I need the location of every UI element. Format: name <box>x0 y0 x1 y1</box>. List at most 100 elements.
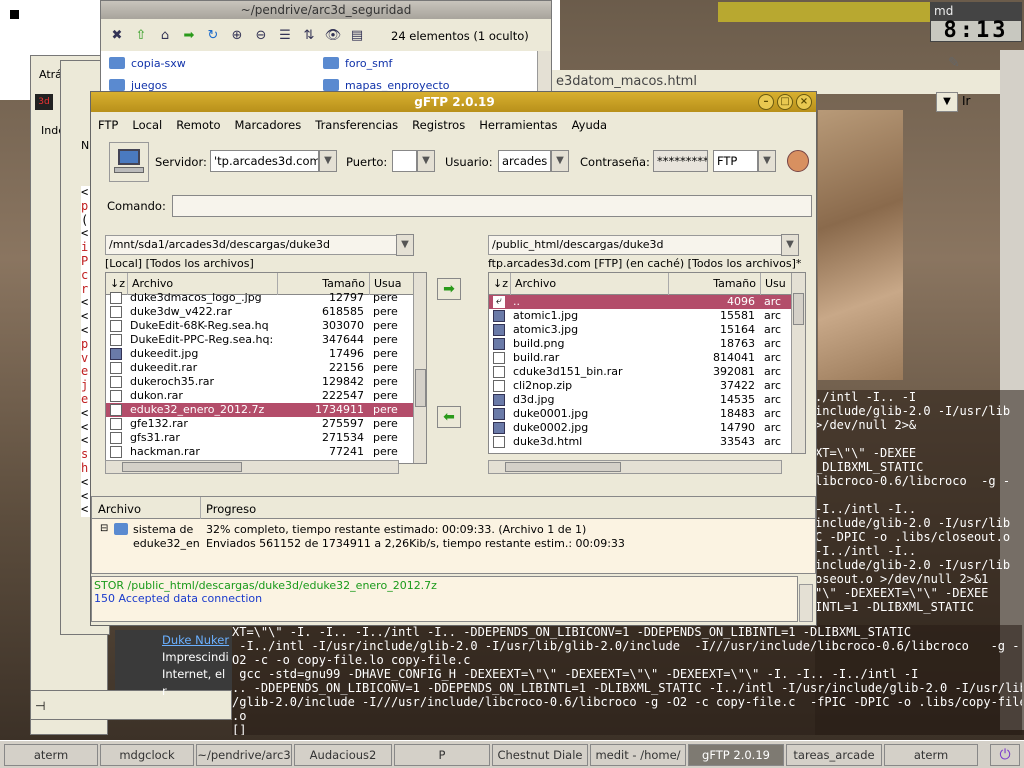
remote-vscroll-thumb[interactable] <box>793 293 804 325</box>
eye-icon[interactable]: 👁 <box>323 26 343 46</box>
taskbar-item[interactable]: medit - /home/ <box>590 744 686 766</box>
file-row[interactable]: DukeEdit-68K-Reg.sea.hq 303070 pere <box>106 319 413 333</box>
close-icon[interactable]: × <box>796 94 812 110</box>
remote-path-dropdown-icon[interactable]: ▼ <box>781 234 799 256</box>
menu-marcadores[interactable]: Marcadores <box>228 114 309 134</box>
up-icon[interactable]: ⇧ <box>131 26 151 46</box>
file-row[interactable]: atomic1.jpg 15581 arc <box>489 309 804 323</box>
tree-expander-icon[interactable]: ⊟ <box>100 524 108 534</box>
browser-tab-title[interactable]: e3datom_macos.html <box>556 74 697 89</box>
local-path[interactable]: /mnt/sda1/arcades3d/descargas/duke3d <box>105 235 406 255</box>
taskbar-item[interactable]: tareas_arcade <box>786 744 882 766</box>
remote-file-list[interactable]: ↓z Archivo Tamaño Usu ⤶.. 4096 arc atomic1.… <box>488 272 806 454</box>
password-input[interactable]: ********** <box>653 150 708 172</box>
taskbar-item[interactable]: P <box>394 744 490 766</box>
menu-ayuda[interactable]: Ayuda <box>565 114 615 134</box>
file-row[interactable]: dukon.rar 222547 pere <box>106 389 413 403</box>
local-vscroll[interactable] <box>413 273 426 463</box>
remote-vscroll[interactable] <box>791 273 805 453</box>
reload-icon[interactable]: ↻ <box>203 26 223 46</box>
file-row[interactable]: duke3dw_v422.rar 618585 pere <box>106 305 413 319</box>
taskbar-item[interactable]: gFTP 2.0.19 <box>688 744 784 766</box>
file-row[interactable]: dukeedit.rar 22156 pere <box>106 361 413 375</box>
zoom-in-icon[interactable]: ⊕ <box>227 26 247 46</box>
file-row[interactable]: gfe132.rar 275597 pere <box>106 417 413 431</box>
tool-icon[interactable]: ✎ <box>948 55 972 75</box>
folder-copia-sxw[interactable]: copia-sxw <box>109 57 186 70</box>
local-hscroll[interactable] <box>105 460 399 474</box>
file-row[interactable]: cli2nop.zip 37422 arc <box>489 379 804 393</box>
file-row[interactable]: ⤶.. 4096 arc <box>489 295 804 309</box>
upload-arrow-button[interactable]: ➡ <box>437 278 461 300</box>
menu-registros[interactable]: Registros <box>405 114 472 134</box>
user-dropdown-icon[interactable]: ▼ <box>551 150 569 172</box>
connect-button[interactable] <box>109 142 149 182</box>
home-icon[interactable]: ⌂ <box>155 26 175 46</box>
local-hscroll-thumb[interactable] <box>122 462 242 472</box>
zoom-out-icon[interactable]: ⊖ <box>251 26 271 46</box>
transfer-queue[interactable]: Archivo Progreso ⊟ sistema de 32% comple… <box>91 496 816 574</box>
terminal-bottom[interactable]: XT=\"\" -I. -I.. -I../intl -I.. -DDEPEND… <box>232 625 1022 735</box>
file-row[interactable]: cduke3d151_bin.rar 392081 arc <box>489 365 804 379</box>
protocol-select[interactable]: FTP <box>713 150 758 172</box>
transfer-col-archivo[interactable]: Archivo <box>98 502 141 516</box>
stop-connection-icon[interactable] <box>787 150 809 172</box>
file-row[interactable]: duke0002.jpg 14790 arc <box>489 421 804 435</box>
remote-col-usuario[interactable]: Usu <box>761 273 792 295</box>
menu-local[interactable]: Local <box>125 114 169 134</box>
file-row[interactable]: hackman.rar 77241 pere <box>106 445 413 459</box>
gftp-titlebar[interactable]: gFTP 2.0.19 <box>91 92 816 112</box>
sort-icon[interactable]: ⇅ <box>299 26 319 46</box>
file-row[interactable]: eduke32_enero_2012.7z 1734911 pere <box>106 403 413 417</box>
stop-icon[interactable]: ✖ <box>107 26 127 46</box>
menu-ftp[interactable]: FTP <box>91 114 125 134</box>
taskbar-item[interactable]: aterm <box>4 744 98 766</box>
server-dropdown-icon[interactable]: ▼ <box>319 150 337 172</box>
local-file-list[interactable]: ↓z Archivo Tamaño Usua duke3dmacos_logo_… <box>105 272 427 464</box>
remote-col-tamano[interactable]: Tamaño <box>669 273 761 295</box>
sort-az-icon[interactable]: ↓z <box>489 273 511 295</box>
file-row[interactable]: gfs31.rar 271534 pere <box>106 431 413 445</box>
file-row[interactable]: dukeedit.jpg 17496 pere <box>106 347 413 361</box>
remote-hscroll-thumb[interactable] <box>505 462 621 472</box>
transfer-file[interactable]: eduke32_en <box>133 537 200 550</box>
minimize-icon[interactable]: – <box>758 94 774 110</box>
url-dropdown-icon[interactable]: ▼ <box>936 92 958 112</box>
local-vscroll-thumb[interactable] <box>415 369 426 407</box>
menu-transferencias[interactable]: Transferencias <box>308 114 405 134</box>
duke-link[interactable]: Duke Nuker <box>162 632 232 649</box>
menu-herramientas[interactable]: Herramientas <box>472 114 564 134</box>
taskbar-item[interactable]: ~/pendrive/arc3 <box>196 744 292 766</box>
command-input[interactable] <box>172 195 812 217</box>
port-input[interactable] <box>392 150 417 172</box>
transfer-host[interactable]: sistema de <box>133 523 193 536</box>
download-arrow-button[interactable]: ⬅ <box>437 406 461 428</box>
transfer-col-progreso[interactable]: Progreso <box>206 502 256 516</box>
file-manager-window[interactable]: ~/pendrive/arc3d_seguridad ✖ ⇧ ⌂ ➡ ↻ ⊕ ⊖… <box>100 0 552 100</box>
remote-hscroll[interactable] <box>488 460 782 474</box>
remote-col-archivo[interactable]: Archivo <box>511 273 669 295</box>
view-list-icon[interactable]: ☰ <box>275 26 295 46</box>
file-row[interactable]: duke3dmacos_logo_.jpg 12797 pere <box>106 291 413 305</box>
folder-foro-smf[interactable]: foro_smf <box>323 57 392 70</box>
file-row[interactable]: d3d.jpg 14535 arc <box>489 393 804 407</box>
file-row[interactable]: build.rar 814041 arc <box>489 351 804 365</box>
file-row[interactable]: DukeEdit-PPC-Reg.sea.hq: 347644 pere <box>106 333 413 347</box>
port-dropdown-icon[interactable]: ▼ <box>417 150 435 172</box>
power-icon[interactable]: ⏻ <box>990 744 1020 766</box>
file-row[interactable]: duke3d.html 33543 arc <box>489 435 804 449</box>
user-input[interactable]: arcades <box>498 150 551 172</box>
taskbar-item[interactable]: mdgclock <box>100 744 194 766</box>
maximize-icon[interactable]: □ <box>777 94 793 110</box>
remote-path[interactable]: /public_html/descargas/duke3d <box>488 235 788 255</box>
log-vscroll[interactable] <box>799 584 813 622</box>
forward-icon[interactable]: ➡ <box>179 26 199 46</box>
taskbar-item[interactable]: aterm <box>884 744 978 766</box>
menu-remoto[interactable]: Remoto <box>169 114 227 134</box>
file-row[interactable]: duke0001.jpg 18483 arc <box>489 407 804 421</box>
gftp-window[interactable]: gFTP 2.0.19 – □ × FTP Local Remoto Marca… <box>90 91 817 626</box>
gftp-log[interactable]: STOR /public_html/descargas/duke3d/eduke… <box>91 576 798 622</box>
taskbar-item[interactable]: Chestnut Diale <box>492 744 588 766</box>
file-row[interactable]: atomic3.jpg 15164 arc <box>489 323 804 337</box>
file-row[interactable]: build.png 18763 arc <box>489 337 804 351</box>
